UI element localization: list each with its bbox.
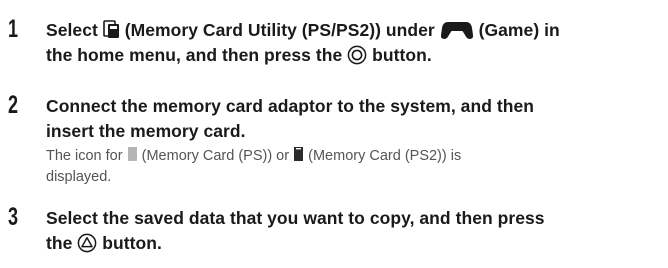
instruction-text: (Game) in — [478, 20, 560, 40]
memory-card-ps-icon — [127, 146, 138, 162]
memory-card-utility-icon — [102, 20, 120, 39]
step-note-line-1: The icon for (Memory Card (PS)) or (Memo… — [46, 146, 646, 167]
step-instruction: Select the saved data that you want to c… — [46, 206, 661, 256]
note-text: The icon for — [46, 148, 123, 164]
step-instruction: Connect the memory card adaptor to the s… — [46, 94, 661, 144]
step-instruction-line-2: the button. — [46, 231, 661, 256]
step-instruction-line-1: Select the saved data that you want to c… — [46, 208, 545, 228]
step-number: 1 — [8, 15, 19, 43]
instruction-text: Select — [46, 20, 98, 40]
instruction-text: the home menu, and then press the — [46, 45, 343, 65]
triangle-button-icon — [77, 233, 97, 253]
step-note-line-2: displayed. — [46, 169, 112, 185]
instruction-text: the — [46, 233, 73, 253]
note-text: (Memory Card (PS2)) is — [308, 148, 462, 164]
step-number: 3 — [8, 203, 19, 231]
instruction-text: (Memory Card Utility (PS/PS2)) under — [124, 20, 435, 40]
step-instruction-line-2: insert the memory card. — [46, 121, 246, 141]
step-instruction: Select (Memory Card Utility (PS/PS2)) un… — [46, 18, 661, 68]
step-instruction-line-2: the home menu, and then press the button… — [46, 43, 661, 68]
instruction-text: button. — [372, 45, 432, 65]
step-note: The icon for (Memory Card (PS)) or (Memo… — [46, 146, 646, 188]
circle-button-icon — [347, 45, 367, 65]
step-instruction-line-1: Select (Memory Card Utility (PS/PS2)) un… — [46, 18, 661, 43]
step-instruction-line-1: Connect the memory card adaptor to the s… — [46, 96, 534, 116]
step-number: 2 — [8, 91, 19, 119]
game-controller-icon — [440, 20, 474, 40]
memory-card-ps2-icon — [293, 146, 304, 162]
note-text: (Memory Card (PS)) or — [141, 148, 290, 164]
instruction-text: button. — [102, 233, 162, 253]
